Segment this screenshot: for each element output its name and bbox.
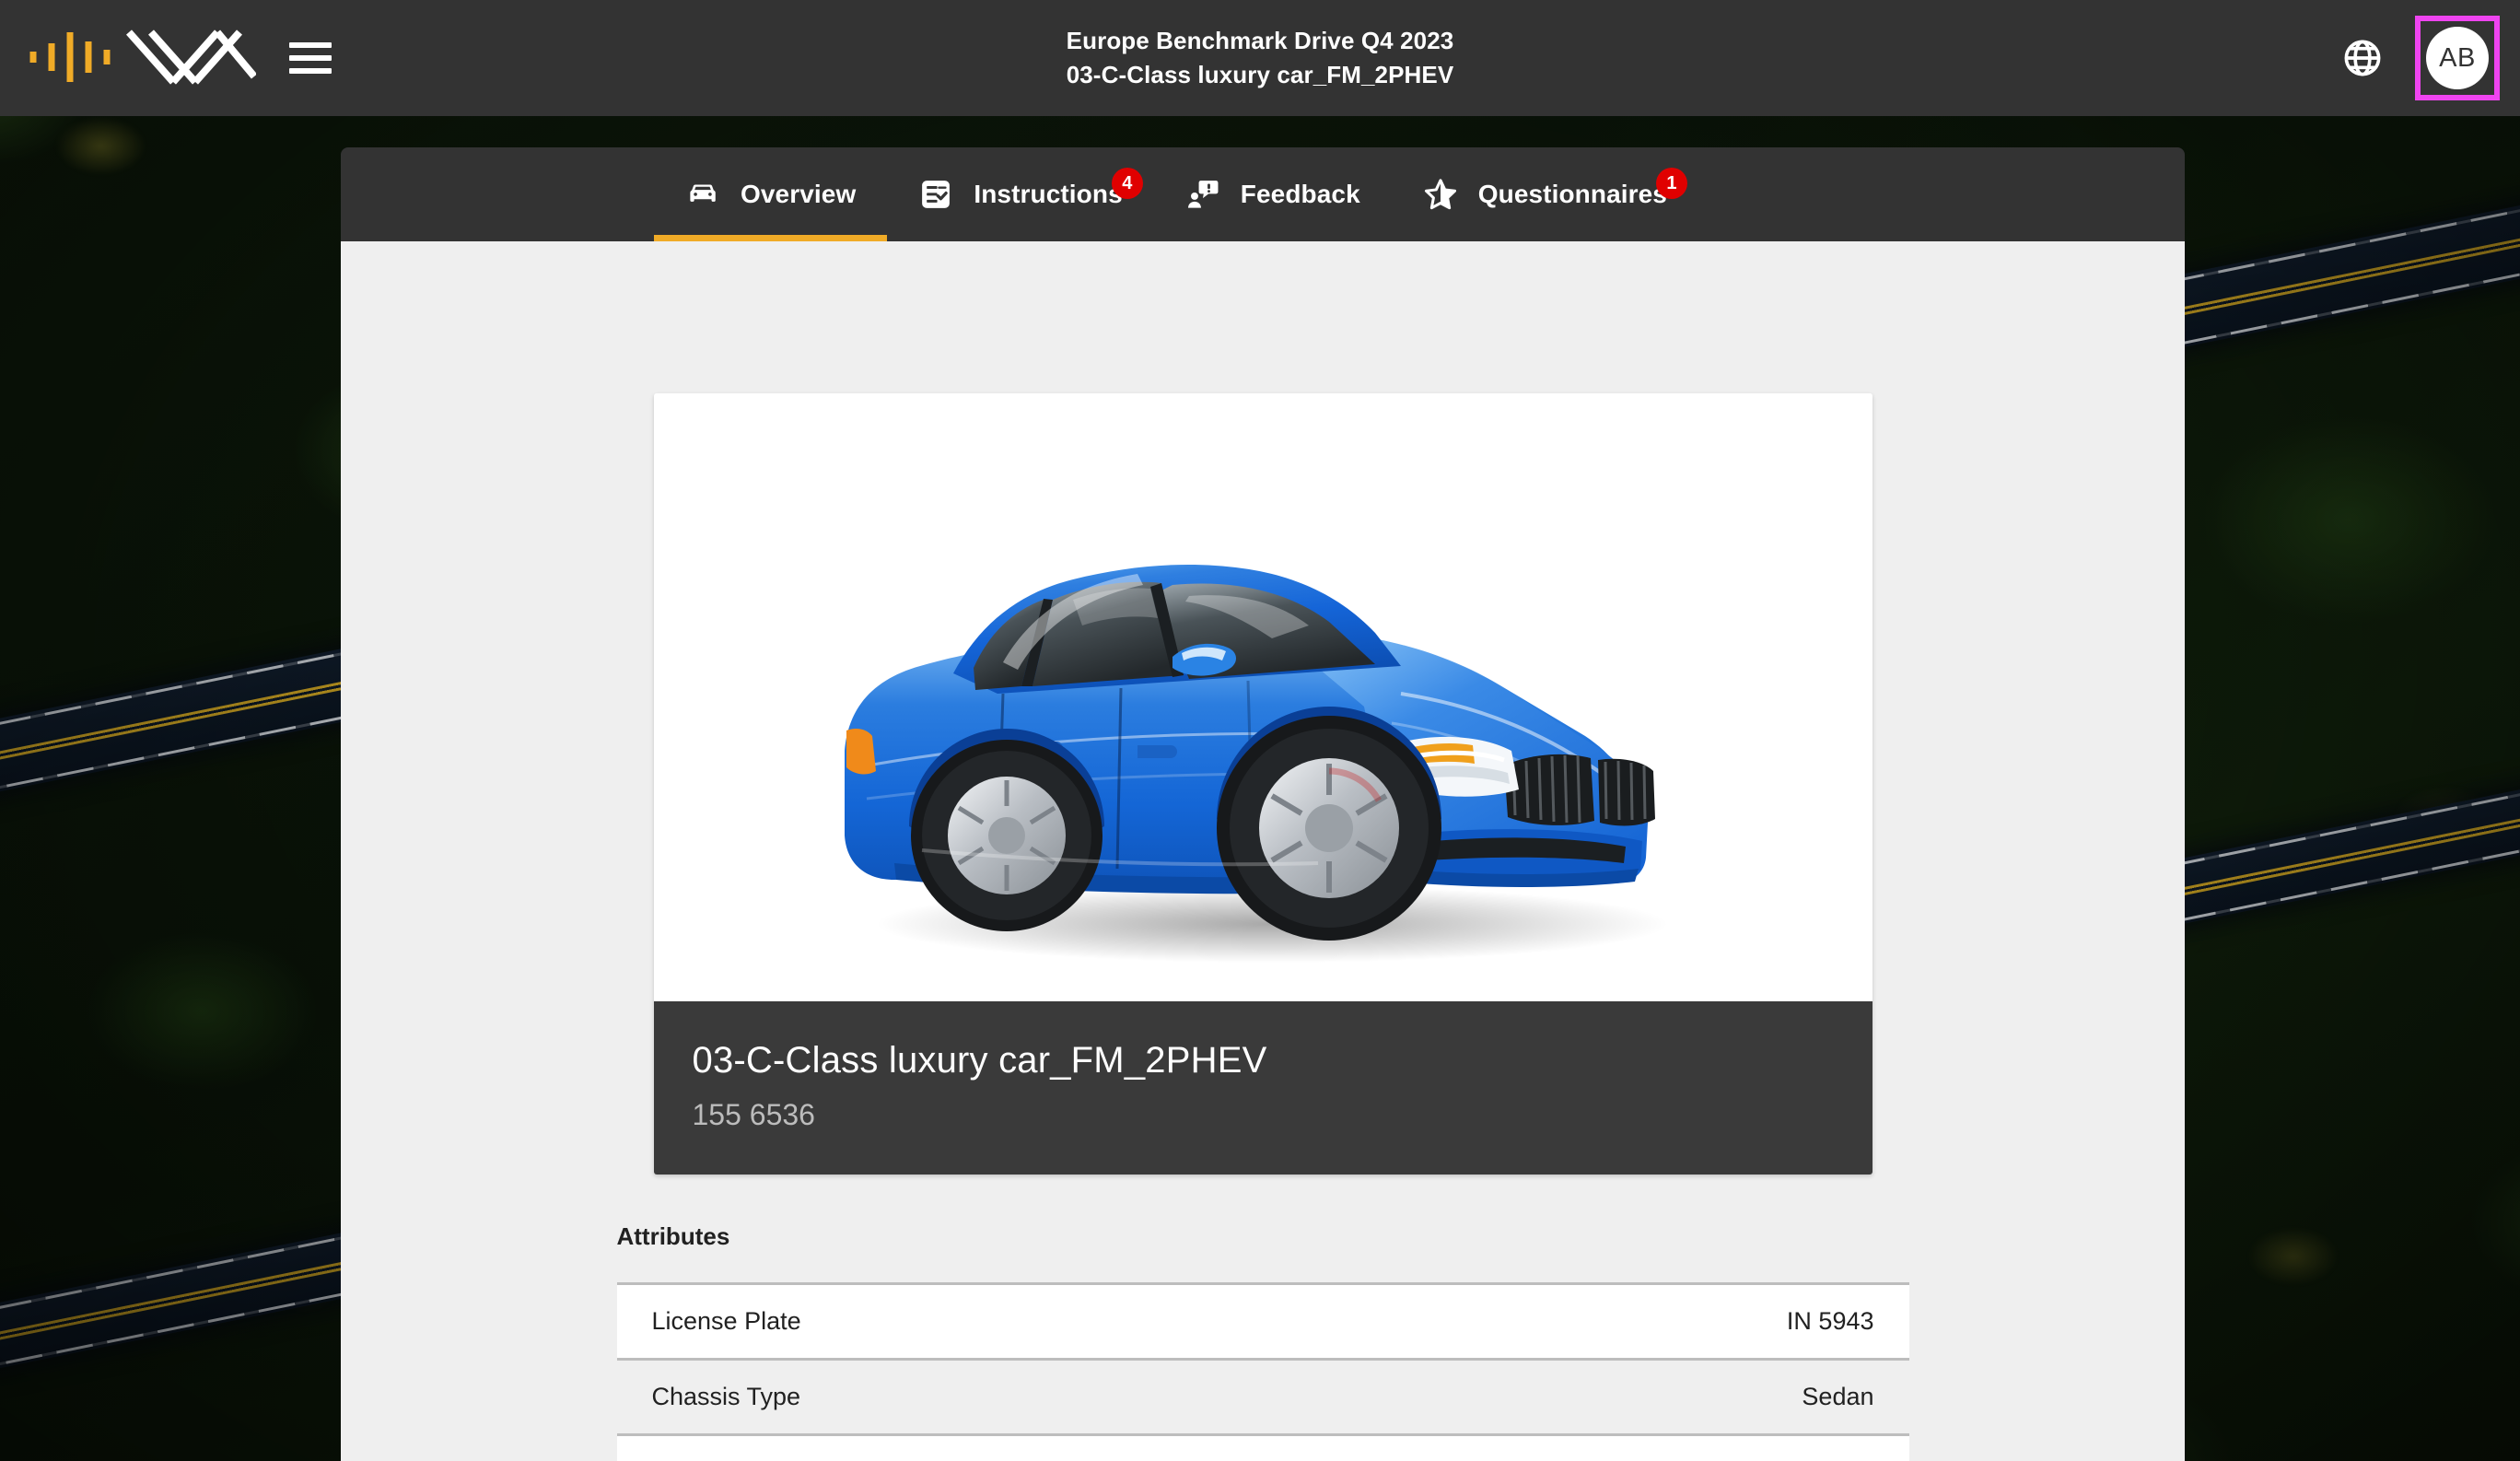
attribute-row-license-plate[interactable]: License Plate IN 5943 [616,1285,1909,1362]
attribute-row-chassis-type[interactable]: Chassis Type Sedan [616,1361,1909,1437]
star-half-icon [1423,177,1458,212]
attribute-row-engine-variant[interactable]: Engine Variant PHEV [616,1436,1909,1461]
waveform-chevron-logo[interactable] [26,19,258,98]
person-comment-icon [1185,177,1220,212]
tab-overview[interactable]: Overview [654,147,888,241]
header-campaign-title: Europe Benchmark Drive Q4 2023 [1066,27,1454,55]
hamburger-bar [289,42,332,48]
attribute-value: IN 5943 [1786,1307,1874,1336]
attributes-heading: Attributes [616,1222,730,1251]
attributes-section: Attributes License Plate IN 5943 Chassis… [616,1175,1909,1461]
car-front-icon [685,177,720,212]
tab-label: Overview [741,180,857,208]
avatar-focus-ring[interactable]: AB [2415,16,2500,100]
tab-label: Instructions [974,180,1123,208]
tab-badge: 1 [1655,168,1687,199]
attributes-list: License Plate IN 5943 Chassis Type Sedan… [616,1282,1909,1461]
vehicle-caption: 03-C-Class luxury car_FM_2PHEV 155 6536 [653,1001,1872,1175]
tab-active-underline [654,235,888,241]
globe-icon[interactable] [2341,37,2384,79]
checklist-icon [918,177,953,212]
attribute-value: Sedan [1802,1383,1874,1411]
tab-questionnaires[interactable]: Questionnaires 1 [1392,147,1698,241]
tab-bar: Overview Instructions 4 Feedback Questio… [341,147,2185,241]
content-panel: Overview Instructions 4 Feedback Questio… [341,147,2185,1461]
header-vehicle-title: 03-C-Class luxury car_FM_2PHEV [1066,61,1454,88]
tab-active-underline [1154,235,1392,241]
tab-label: Questionnaires [1477,180,1667,208]
app-header: Europe Benchmark Drive Q4 2023 03-C-Clas… [0,0,2520,116]
vehicle-subtitle: 155 6536 [692,1098,815,1131]
tab-badge: 4 [1111,168,1143,199]
tab-active-underline [887,235,1153,241]
vehicle-photo [653,393,1872,1001]
avatar[interactable]: AB [2426,27,2489,89]
attribute-key: Chassis Type [651,1383,801,1411]
hamburger-menu-icon[interactable] [289,42,332,74]
vehicle-card[interactable]: 03-C-Class luxury car_FM_2PHEV 155 6536 [653,393,1872,1175]
tab-active-underline [1392,235,1698,241]
header-title-block: Europe Benchmark Drive Q4 2023 03-C-Clas… [0,0,2520,116]
attribute-key: License Plate [651,1307,801,1336]
hamburger-bar [289,55,332,61]
tab-feedback[interactable]: Feedback [1154,147,1392,241]
tab-label: Feedback [1240,180,1360,208]
hamburger-bar [289,68,332,74]
header-actions: AB [2341,0,2500,116]
tab-instructions[interactable]: Instructions 4 [887,147,1153,241]
overview-tab-panel: 03-C-Class luxury car_FM_2PHEV 155 6536 … [341,241,2185,1461]
brand-area [0,19,332,98]
vehicle-title: 03-C-Class luxury car_FM_2PHEV [692,1040,1267,1081]
